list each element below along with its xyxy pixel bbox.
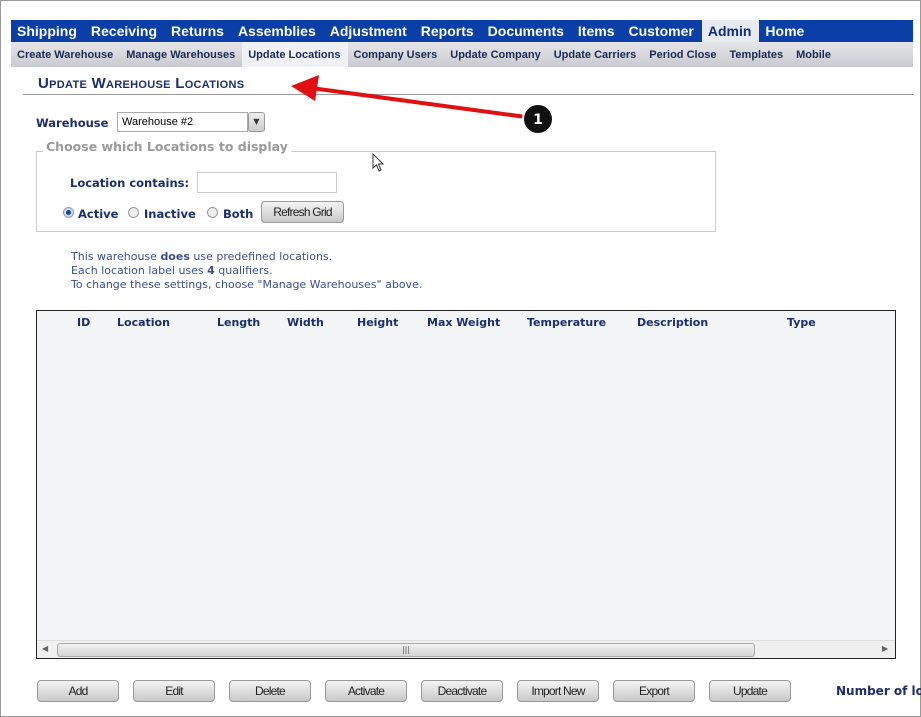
radio-inactive[interactable] [128,207,139,218]
location-contains-input[interactable] [197,172,337,193]
page-title: Update Warehouse Locations [38,75,245,92]
scroll-right-icon[interactable]: ▶ [882,644,888,653]
edit-button[interactable]: Edit [133,680,215,702]
subnav-mobile[interactable]: Mobile [790,42,838,67]
column-header-temperature[interactable]: Temperature [527,316,606,329]
nav-tab-reports[interactable]: Reports [415,20,482,42]
info-line-3: To change these settings, choose "Manage… [71,278,423,291]
location-contains-label: Location contains: [70,176,190,190]
radio-active[interactable] [63,207,74,218]
subnav-update-company[interactable]: Update Company [444,42,547,67]
subnav-templates[interactable]: Templates [724,42,791,67]
refresh-grid-button[interactable]: Refresh Grid [261,201,344,223]
nav-tab-returns[interactable]: Returns [165,20,232,42]
nav-tab-shipping[interactable]: Shipping [11,20,85,42]
column-header-type[interactable]: Type [787,316,816,329]
nav-tab-items[interactable]: Items [572,20,623,42]
activate-button[interactable]: Activate [325,680,407,702]
annotation-number: 1 [533,112,543,128]
subnav-update-locations[interactable]: Update Locations [242,42,348,67]
radio-both-label: Both [223,207,254,221]
column-header-max-weight[interactable]: Max Weight [427,316,500,329]
nav-tab-assemblies[interactable]: Assemblies [232,20,324,42]
nav-tab-admin[interactable]: Admin [701,20,760,42]
subnav-period-close[interactable]: Period Close [643,42,723,67]
location-count-label: Number of lo [836,684,921,698]
import-new-button[interactable]: Import New [517,680,599,702]
top-nav: Shipping Receiving Returns Assemblies Adjust… [11,20,913,42]
subnav-company-users[interactable]: Company Users [348,42,445,67]
column-header-description[interactable]: Description [637,316,708,329]
locations-grid[interactable] [36,310,896,659]
update-button[interactable]: Update [709,680,791,702]
arrowhead-icon [291,75,319,101]
column-header-width[interactable]: Width [287,316,324,329]
subnav-update-carriers[interactable]: Update Carriers [548,42,644,67]
warehouse-label: Warehouse [36,116,109,130]
export-button[interactable]: Export [613,680,695,702]
add-button[interactable]: Add [37,680,119,702]
scrollbar-thumb[interactable]: ||| [57,643,755,657]
column-header-location[interactable]: Location [117,316,170,329]
column-header-length[interactable]: Length [217,316,260,329]
nav-tab-documents[interactable]: Documents [482,20,572,42]
subnav-create-warehouse[interactable]: Create Warehouse [11,42,120,67]
radio-inactive-label: Inactive [144,207,196,221]
radio-both[interactable] [207,207,218,218]
column-header-id[interactable]: ID [77,316,90,329]
scroll-left-icon[interactable]: ◀ [42,644,48,653]
sub-nav: Create Warehouse Manage Warehouses Update … [11,42,913,67]
delete-button[interactable]: Delete [229,680,311,702]
warehouse-select[interactable]: Warehouse #2 [117,112,248,132]
deactivate-button[interactable]: Deactivate [421,680,503,702]
radio-active-label: Active [78,207,119,221]
annotation-arrow: 1 [291,75,554,135]
filter-legend: Choose which Locations to display [43,139,291,154]
subnav-manage-warehouses[interactable]: Manage Warehouses [120,42,242,67]
nav-tab-receiving[interactable]: Receiving [85,20,165,42]
info-line-1: This warehouse does use predefined locat… [71,250,333,263]
column-header-height[interactable]: Height [357,316,398,329]
horizontal-scrollbar[interactable]: ◀ ||| ▶ [37,640,895,658]
chevron-down-icon[interactable]: ▼ [248,112,265,132]
nav-tab-home[interactable]: Home [759,20,812,42]
nav-tab-customer[interactable]: Customer [622,20,701,42]
nav-tab-adjustment[interactable]: Adjustment [324,20,415,42]
info-line-2: Each location label uses 4 qualifiers. [71,264,273,277]
mouse-cursor-icon [372,153,385,172]
